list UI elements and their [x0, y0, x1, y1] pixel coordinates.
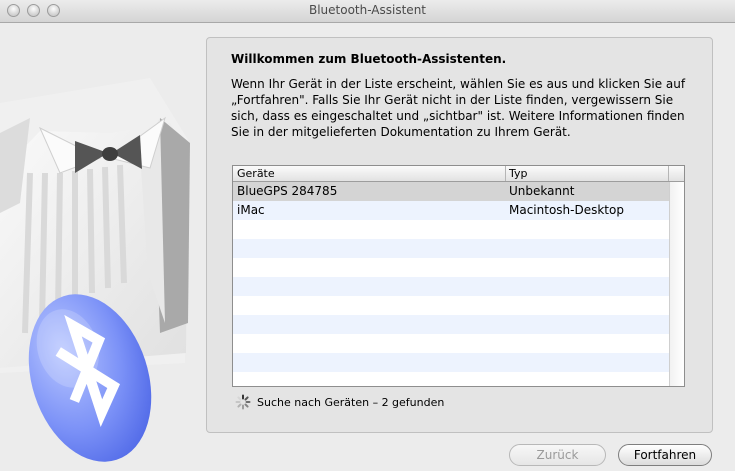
back-button[interactable]: Zurück — [509, 444, 606, 466]
empty-row — [233, 334, 669, 353]
column-header-devices[interactable]: Geräte — [237, 167, 275, 180]
continue-button[interactable]: Fortfahren — [618, 444, 712, 466]
search-status-text: Suche nach Geräten – 2 gefunden — [257, 396, 445, 409]
empty-row — [233, 372, 669, 386]
empty-row — [233, 258, 669, 277]
instructions-text: Wenn Ihr Gerät in der Liste erscheint, w… — [231, 77, 686, 139]
table-header: Geräte Typ — [233, 166, 684, 182]
device-name-cell: iMac — [237, 203, 265, 217]
empty-row — [233, 353, 669, 372]
column-header-type[interactable]: Typ — [509, 167, 528, 180]
window-title: Bluetooth-Assistent — [308, 3, 427, 17]
table-row-device[interactable]: BlueGPS 284785 Unbekannt — [233, 182, 669, 201]
empty-row — [233, 220, 669, 239]
bluetooth-tuxedo-artwork — [0, 78, 190, 462]
device-type-cell: Unbekannt — [509, 184, 575, 198]
empty-row — [233, 277, 669, 296]
empty-row — [233, 296, 669, 315]
empty-row — [233, 315, 669, 334]
device-rows: BlueGPS 284785 Unbekannt iMac Macintosh-… — [233, 182, 669, 386]
progress-spinner-icon — [235, 394, 251, 410]
device-type-cell: Macintosh-Desktop — [509, 203, 624, 217]
table-row-device[interactable]: iMac Macintosh-Desktop — [233, 201, 669, 220]
title-bar[interactable]: Bluetooth-Assistent — [0, 0, 735, 23]
table-scrollbar[interactable] — [669, 182, 684, 386]
welcome-heading: Willkommen zum Bluetooth-Assistenten. — [231, 52, 507, 66]
empty-row — [233, 239, 669, 258]
device-name-cell: BlueGPS 284785 — [237, 184, 338, 198]
bluetooth-assistant-window: Bluetooth-Assistent Willkommen zum Bluet… — [0, 0, 735, 471]
device-list-table[interactable]: Geräte Typ BlueGPS 284785 Unbekannt iMac… — [232, 165, 685, 387]
